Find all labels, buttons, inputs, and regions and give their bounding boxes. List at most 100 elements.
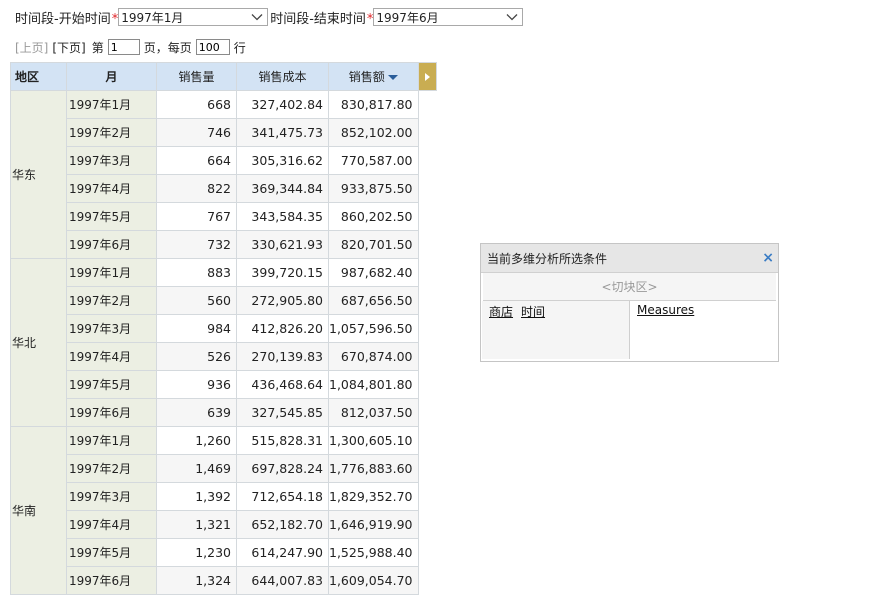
dimension-store-link[interactable]: 商店 bbox=[489, 305, 513, 319]
sort-desc-icon[interactable] bbox=[387, 75, 398, 80]
amount-cell: 1,646,919.90 bbox=[328, 510, 419, 539]
table-row: 1997年3月 664 305,316.62 770,587.00 bbox=[11, 146, 437, 175]
month-cell[interactable]: 1997年5月 bbox=[66, 202, 157, 231]
header-amount[interactable]: 销售额 bbox=[328, 62, 419, 91]
row-filler bbox=[418, 147, 436, 175]
cost-cell: 330,621.93 bbox=[236, 230, 329, 259]
dimension-measures-link[interactable]: Measures bbox=[637, 303, 694, 317]
prev-page-link[interactable]: [上页] bbox=[15, 39, 48, 56]
row-filler bbox=[418, 511, 436, 539]
month-cell[interactable]: 1997年1月 bbox=[66, 258, 157, 287]
row-filler bbox=[418, 399, 436, 427]
row-filler bbox=[418, 371, 436, 399]
cost-cell: 712,654.18 bbox=[236, 482, 329, 511]
qty-cell: 984 bbox=[156, 314, 237, 343]
row-filler bbox=[418, 287, 436, 315]
row-filler bbox=[418, 539, 436, 567]
cost-cell: 272,905.80 bbox=[236, 286, 329, 315]
cost-cell: 270,139.83 bbox=[236, 342, 329, 371]
pager: [上页] [下页] 第 页，每页 行 bbox=[15, 37, 246, 57]
header-qty[interactable]: 销售量 bbox=[156, 62, 237, 91]
page-suffix: 页，每页 bbox=[143, 40, 192, 55]
month-cell[interactable]: 1997年2月 bbox=[66, 454, 157, 483]
amount-cell: 1,300,605.10 bbox=[328, 426, 419, 455]
rows-suffix: 行 bbox=[233, 40, 246, 55]
cost-cell: 652,182.70 bbox=[236, 510, 329, 539]
table-row: 1997年6月 732 330,621.93 820,701.50 bbox=[11, 230, 437, 259]
qty-cell: 883 bbox=[156, 258, 237, 287]
row-filler bbox=[418, 119, 436, 147]
rows-per-page-input[interactable] bbox=[195, 39, 230, 55]
chevron-down-icon bbox=[251, 14, 263, 21]
amount-cell: 820,701.50 bbox=[328, 230, 419, 259]
cost-cell: 697,828.24 bbox=[236, 454, 329, 483]
qty-cell: 560 bbox=[156, 286, 237, 315]
month-cell[interactable]: 1997年4月 bbox=[66, 510, 157, 539]
table-row: 1997年3月 984 412,826.20 1,057,596.50 bbox=[11, 314, 437, 343]
cost-cell: 341,475.73 bbox=[236, 118, 329, 147]
end-time-select[interactable]: 1997年6月 bbox=[373, 8, 524, 26]
cost-cell: 327,545.85 bbox=[236, 398, 329, 427]
month-cell[interactable]: 1997年2月 bbox=[66, 286, 157, 315]
panel-header: 当前多维分析所选条件 × bbox=[481, 244, 778, 273]
month-cell[interactable]: 1997年3月 bbox=[66, 314, 157, 343]
start-time-value: 1997年1月 bbox=[121, 10, 184, 25]
month-cell[interactable]: 1997年6月 bbox=[66, 398, 157, 427]
header-cost[interactable]: 销售成本 bbox=[236, 62, 329, 91]
start-time-select[interactable]: 1997年1月 bbox=[118, 8, 269, 26]
next-page-link[interactable]: [下页] bbox=[52, 39, 85, 56]
qty-cell: 639 bbox=[156, 398, 237, 427]
month-cell[interactable]: 1997年4月 bbox=[66, 174, 157, 203]
amount-cell: 860,202.50 bbox=[328, 202, 419, 231]
region-cell[interactable]: 华东 bbox=[10, 90, 67, 259]
cost-cell: 305,316.62 bbox=[236, 146, 329, 175]
header-region[interactable]: 地区 bbox=[10, 62, 67, 91]
cost-cell: 412,826.20 bbox=[236, 314, 329, 343]
month-cell[interactable]: 1997年4月 bbox=[66, 342, 157, 371]
region-cell[interactable]: 华南 bbox=[10, 426, 67, 595]
row-filler bbox=[418, 175, 436, 203]
cost-cell: 343,584.35 bbox=[236, 202, 329, 231]
qty-cell: 746 bbox=[156, 118, 237, 147]
month-cell[interactable]: 1997年5月 bbox=[66, 370, 157, 399]
month-cell[interactable]: 1997年1月 bbox=[66, 90, 157, 119]
table-row: 1997年5月 767 343,584.35 860,202.50 bbox=[11, 202, 437, 231]
table-row: 1997年3月 1,392 712,654.18 1,829,352.70 bbox=[11, 482, 437, 511]
month-cell[interactable]: 1997年6月 bbox=[66, 566, 157, 595]
amount-cell: 1,829,352.70 bbox=[328, 482, 419, 511]
filter-bar: 时间段-开始时间* 1997年1月 时间段-结束时间* 1997年6月 bbox=[15, 7, 524, 27]
close-icon[interactable]: × bbox=[762, 251, 774, 265]
month-cell[interactable]: 1997年5月 bbox=[66, 538, 157, 567]
cost-cell: 327,402.84 bbox=[236, 90, 329, 119]
qty-cell: 664 bbox=[156, 146, 237, 175]
start-time-label: 时间段-开始时间* bbox=[15, 11, 119, 27]
qty-cell: 1,392 bbox=[156, 482, 237, 511]
amount-cell: 770,587.00 bbox=[328, 146, 419, 175]
dimension-time-link[interactable]: 时间 bbox=[521, 305, 545, 319]
qty-cell: 1,324 bbox=[156, 566, 237, 595]
page-number-input[interactable] bbox=[107, 39, 140, 55]
slice-area[interactable]: <切块区> bbox=[483, 273, 776, 301]
cost-cell: 614,247.90 bbox=[236, 538, 329, 567]
qty-cell: 1,321 bbox=[156, 510, 237, 539]
region-cell[interactable]: 华北 bbox=[10, 258, 67, 427]
expand-columns-button[interactable] bbox=[417, 62, 437, 91]
month-cell[interactable]: 1997年3月 bbox=[66, 146, 157, 175]
month-cell[interactable]: 1997年1月 bbox=[66, 426, 157, 455]
cost-cell: 644,007.83 bbox=[236, 566, 329, 595]
column-dimensions-area: Measures bbox=[630, 301, 777, 359]
qty-cell: 1,260 bbox=[156, 426, 237, 455]
qty-cell: 767 bbox=[156, 202, 237, 231]
header-amount-label: 销售额 bbox=[348, 70, 385, 84]
month-cell[interactable]: 1997年3月 bbox=[66, 482, 157, 511]
row-filler bbox=[418, 231, 436, 259]
amount-cell: 1,084,801.80 bbox=[328, 370, 419, 399]
analysis-conditions-panel: 当前多维分析所选条件 × <切块区> 商店 时间 Measures bbox=[480, 243, 779, 362]
sales-grid: 地区 月 销售量 销售成本 销售额 华东 1997年1月 668 327,402.84… bbox=[10, 62, 437, 595]
table-row: 1997年6月 1,324 644,007.83 1,609,054.70 bbox=[11, 566, 437, 595]
cost-cell: 436,468.64 bbox=[236, 370, 329, 399]
month-cell[interactable]: 1997年2月 bbox=[66, 118, 157, 147]
header-month[interactable]: 月 bbox=[66, 62, 157, 91]
table-row: 1997年5月 936 436,468.64 1,084,801.80 bbox=[11, 370, 437, 399]
month-cell[interactable]: 1997年6月 bbox=[66, 230, 157, 259]
